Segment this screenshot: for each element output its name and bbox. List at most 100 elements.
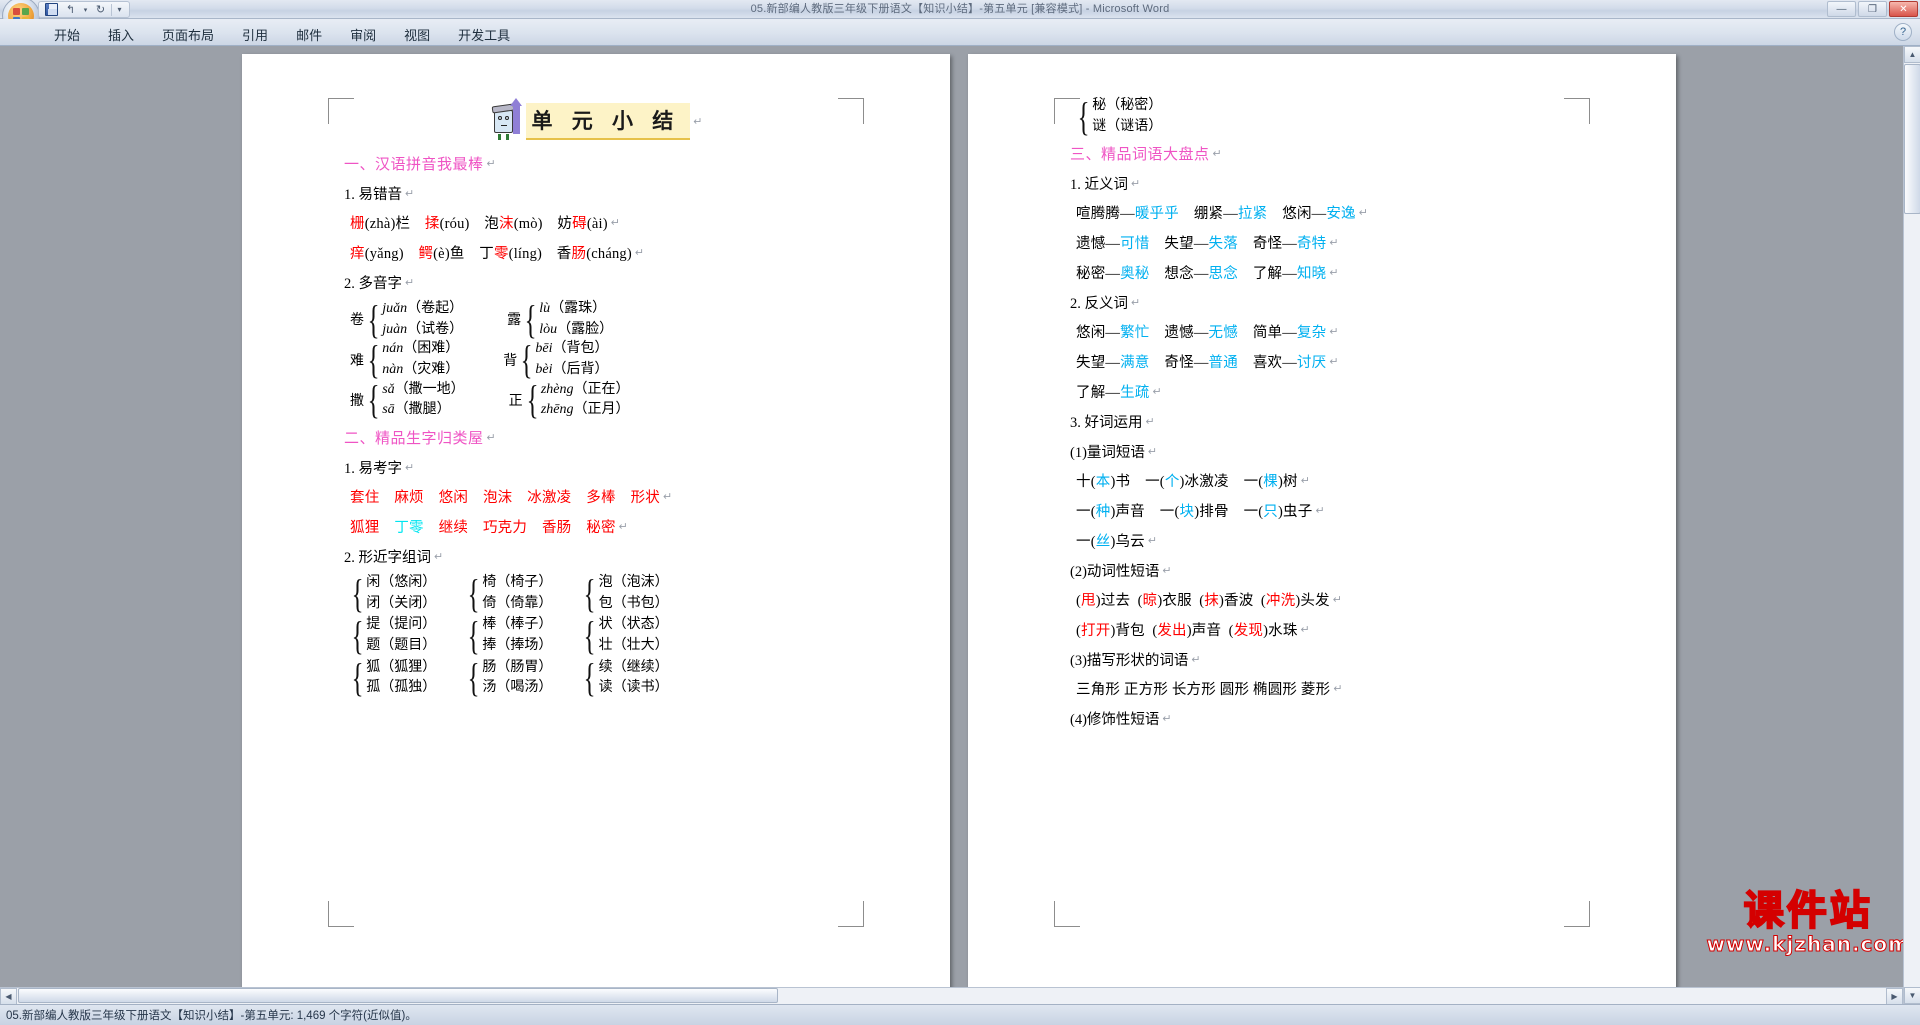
undo-icon[interactable]: ↰: [62, 2, 79, 17]
pilcrow-mark: ↵: [1191, 654, 1201, 667]
horizontal-scrollbar[interactable]: ◀ ▶: [0, 987, 1903, 1005]
scroll-right-icon[interactable]: ▶: [1886, 988, 1903, 1005]
document-title: 单 元 小 结: [525, 102, 691, 140]
tab-6[interactable]: 视图: [390, 24, 444, 46]
near-char-group: {狐（狐狸） 孤（孤独）: [350, 655, 437, 701]
mascot-icon: [490, 98, 524, 140]
near-char-items: 肠（肠胃） 汤（喝汤）: [482, 660, 552, 696]
near-char-items: 状（状态） 壮（壮大）: [599, 617, 669, 653]
near-char-item: 提（提问）: [366, 617, 437, 633]
brace-item: zhēng（正月）: [540, 402, 630, 418]
brace-item: nán（困难）: [382, 341, 460, 357]
page-2-content[interactable]: {秘（秘密） 谜（谜语） 三、精品词语大盘点 ↵ 1. 近义词 ↵ 喧腾腾—暖乎乎 绷紧—拉…: [1054, 96, 1590, 927]
quick-access-toolbar[interactable]: ↰ ▾ ↻ ▾: [38, 1, 130, 18]
undo-dropdown-icon[interactable]: ▾: [81, 2, 90, 17]
near-char-item: 闲（悠闲）: [366, 575, 437, 591]
brace-items: nán（困难） nàn（灾难）: [382, 341, 459, 377]
sub-heading: 1. 近义词 ↵: [1070, 177, 1141, 194]
near-char-item: 狐（狐狸）: [366, 659, 437, 675]
watermark: 课件站 www.kjzhan.com: [1706, 889, 1910, 957]
near-char-item: 读（读书）: [598, 680, 669, 696]
scroll-left-icon[interactable]: ◀: [0, 988, 17, 1005]
help-icon[interactable]: ?: [1894, 23, 1912, 41]
page-1-content[interactable]: 单 元 小 结 ↵ 一、汉语拼音我最棒 ↵ 1. 易错音 ↵ 栅(zhà)栏 揉(róu) …: [328, 98, 864, 927]
tab-2[interactable]: 页面布局: [148, 24, 228, 46]
pilcrow-mark: ↵: [1300, 624, 1310, 637]
vertical-scroll-thumb[interactable]: [1904, 64, 1920, 214]
brace-group: 难{nán（困难） nàn（灾难）: [350, 339, 459, 379]
save-icon[interactable]: [43, 2, 60, 17]
brace-icon: {: [351, 655, 364, 701]
pilcrow-mark: ↵: [693, 115, 703, 128]
near-char-item: 孤（孤独）: [366, 680, 437, 696]
tab-7[interactable]: 开发工具: [444, 24, 524, 46]
scroll-up-icon[interactable]: ▲: [1904, 46, 1920, 63]
close-button[interactable]: ✕: [1889, 1, 1918, 17]
brace-item: bēi（背包）: [535, 341, 609, 357]
brace-row: 卷{juǎn（卷起） juàn（试卷）露{lù（露珠） lòu（露脸）: [350, 296, 864, 342]
synonym-line: 遗憾—可惜 失望—失落 奇怪—奇特 ↵: [1076, 236, 1339, 253]
near-char-item: 泡（泡沫）: [598, 575, 669, 591]
qat-divider: [111, 3, 112, 16]
near-char-group: {秘（秘密） 谜（谜语）: [1076, 96, 1163, 136]
document-page-2[interactable]: {秘（秘密） 谜（谜语） 三、精品词语大盘点 ↵ 1. 近义词 ↵ 喧腾腾—暖乎乎 绷紧—拉…: [968, 54, 1676, 1003]
brace-row: 难{nán（困难） nàn（灾难） 背{bēi（背包） bèi（后背）: [350, 336, 864, 382]
vertical-scrollbar[interactable]: ▲ ▼: [1903, 46, 1920, 1004]
restore-button[interactable]: ❐: [1858, 1, 1887, 17]
near-char-group: {棒（棒子） 捧（捧场）: [466, 615, 553, 655]
sub-heading: (1)量词短语 ↵: [1070, 445, 1158, 462]
brace-group: 背{bēi（背包） bèi（后背）: [503, 336, 609, 382]
brace-icon: {: [351, 570, 364, 616]
near-char-items: 棒（棒子） 捧（捧场）: [482, 617, 552, 653]
brace-icon: {: [584, 570, 596, 616]
synonym-line: 秘密—奥秘 想念—思念 了解—知晓 ↵: [1076, 266, 1339, 283]
pilcrow-mark: ↵: [1212, 148, 1223, 161]
brace-label: 背: [503, 353, 518, 369]
pilcrow-mark: ↵: [1131, 178, 1141, 191]
tab-4[interactable]: 邮件: [282, 24, 336, 46]
brace-icon: {: [526, 377, 539, 423]
horizontal-scroll-thumb[interactable]: [18, 988, 778, 1003]
brace-icon: {: [584, 612, 596, 658]
scroll-down-icon[interactable]: ▼: [1904, 987, 1920, 1004]
tab-0[interactable]: 开始: [40, 24, 94, 46]
near-char-item: 闭（关闭）: [366, 595, 437, 611]
tab-1[interactable]: 插入: [94, 24, 148, 46]
near-char-group: {提（提问） 题（题目）: [350, 615, 437, 655]
near-char-row: {提（提问） 题（题目） {棒（棒子） 捧（捧场） {状（状态） 壮（壮大）: [350, 612, 864, 658]
document-title-row: 单 元 小 结 ↵: [328, 98, 864, 144]
section-heading: 二、精品生字归类屋 ↵: [344, 431, 497, 448]
document-workspace[interactable]: 单 元 小 结 ↵ 一、汉语拼音我最棒 ↵ 1. 易错音 ↵ 栅(zhà)栏 揉(róu) …: [0, 46, 1920, 1004]
document-page-1[interactable]: 单 元 小 结 ↵ 一、汉语拼音我最棒 ↵ 1. 易错音 ↵ 栅(zhà)栏 揉(róu) …: [242, 54, 950, 1003]
brace-icon: {: [524, 296, 537, 342]
redo-icon[interactable]: ↻: [92, 2, 109, 17]
tab-3[interactable]: 引用: [228, 24, 282, 46]
synonym-line: 了解—生疏 ↵: [1076, 385, 1162, 402]
section-heading: 一、汉语拼音我最棒 ↵: [344, 157, 497, 173]
pilcrow-mark: ↵: [1315, 505, 1325, 518]
brace-label: 露: [507, 313, 522, 329]
brace-item: lù（露珠）: [539, 301, 607, 316]
near-char-item: 状（状态）: [598, 617, 669, 633]
pilcrow-mark: ↵: [486, 158, 497, 170]
near-char-item: 倚（倚靠）: [482, 595, 553, 611]
customize-qat-icon[interactable]: ▾: [114, 2, 125, 17]
near-char-item: 包（书包）: [598, 595, 669, 611]
tab-5[interactable]: 审阅: [336, 24, 390, 46]
pilcrow-mark: ↵: [405, 462, 415, 475]
minimize-button[interactable]: —: [1827, 1, 1856, 17]
near-char-item: 续（继续）: [598, 659, 669, 675]
verb-phrase-line: (打开)背包 (发出)声音 (发现)水珠 ↵: [1076, 623, 1310, 640]
pilcrow-mark: ↵: [1162, 565, 1172, 578]
pilcrow-mark: ↵: [634, 247, 645, 259]
pilcrow-mark: ↵: [1131, 297, 1141, 310]
synonym-line: 失望—满意 奇怪—普通 喜欢—讨厌 ↵: [1076, 355, 1339, 372]
near-char-items: 椅（椅子） 倚（倚靠）: [482, 575, 552, 611]
brace-item: zhèng（正在）: [540, 381, 630, 397]
ribbon-tab-bar: 开始 插入 页面布局 引用 邮件 审阅 视图 开发工具 ?: [0, 19, 1920, 46]
pilcrow-mark: ↵: [1329, 326, 1339, 339]
word-line: 狐狸 丁零 继续 巧克力 香肠 秘密 ↵: [350, 520, 629, 537]
window-controls[interactable]: — ❐ ✕: [1827, 1, 1918, 17]
brace-icon: {: [520, 336, 533, 382]
near-char-items: 秘（秘密） 谜（谜语）: [1092, 98, 1162, 134]
